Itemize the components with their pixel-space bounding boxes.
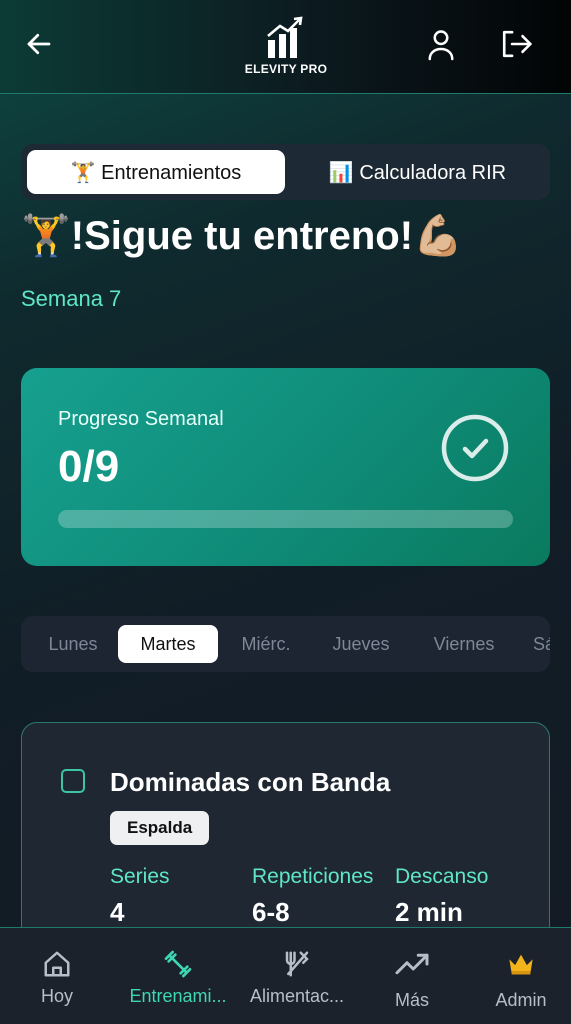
exercise-rest: Descanso 2 min [395,865,488,928]
dumbbell-icon [164,950,192,978]
nav-label-hoy: Hoy [40,986,73,1006]
exercise-complete-checkbox[interactable] [61,769,85,793]
profile-button[interactable] [421,24,461,64]
week-label: Semana 7 [21,286,122,311]
utensils-icon [285,951,309,977]
nav-label-mas: Más [394,990,429,1010]
app-logo: ELEVITY PRO [228,16,344,78]
rest-label: Descanso [395,865,489,888]
series-value: 4 [110,897,125,927]
arrow-left-icon [27,33,51,55]
day-selector: Lunes Martes Miérc. Jueves Viernes Sá [21,616,550,672]
check-circle-icon [441,414,509,482]
repetitions-value: 6-8 [252,897,290,927]
crown-icon [509,954,533,975]
progress-bar [58,510,513,528]
bottom-navigation: Hoy Entrenami... Alimentac... Más Admin [0,927,571,1024]
logo-text: ELEVITY PRO [244,62,328,76]
nav-item-mas[interactable]: Más [355,928,469,1024]
nav-item-alimentacion[interactable]: Alimentac... [240,928,354,1024]
exercise-repetitions: Repeticiones 6-8 [252,865,373,928]
day-tab-miercoles[interactable]: Miérc. [226,625,306,663]
exercise-series: Series 4 [110,865,170,928]
day-tab-jueves[interactable]: Jueves [321,625,401,663]
progress-label: Progreso Semanal [58,408,224,430]
day-tab-sabado[interactable]: Sá [533,625,550,663]
nav-item-hoy[interactable]: Hoy [0,928,114,1024]
user-icon [428,30,454,61]
day-tab-viernes[interactable]: Viernes [421,625,507,663]
logo-chart-icon [267,16,303,58]
nav-label-admin: Admin [495,990,547,1010]
rest-value: 2 min [395,897,463,927]
page-title: 🏋️!Sigue tu entreno!💪🏼 [21,214,463,258]
nav-label-alimentacion: Alimentac... [249,986,345,1006]
muscle-group-badge: Espalda [110,811,210,845]
weekly-progress-card: Progreso Semanal 0/9 [21,368,550,566]
logout-icon [502,30,532,58]
section-tabs: 🏋️ Entrenamientos 📊 Calculadora RIR [21,144,550,200]
nav-item-entrenamientos[interactable]: Entrenami... [121,928,235,1024]
app-header: ELEVITY PRO [0,0,571,94]
tab-calculadora-rir[interactable]: 📊 Calculadora RIR [291,150,544,194]
series-label: Series [110,865,170,888]
day-tab-lunes[interactable]: Lunes [35,625,111,663]
exercise-name: Dominadas con Banda [110,767,391,797]
back-button[interactable] [19,24,59,64]
tab-entrenamientos[interactable]: 🏋️ Entrenamientos [27,150,285,194]
progress-value: 0/9 [58,442,120,491]
trending-up-icon [395,953,429,975]
nav-label-entrenamientos: Entrenami... [129,986,227,1006]
home-icon [44,951,70,977]
nav-item-admin[interactable]: Admin [464,928,571,1024]
day-tab-martes[interactable]: Martes [118,625,218,663]
repetitions-label: Repeticiones [252,865,374,888]
logout-button[interactable] [496,24,536,64]
